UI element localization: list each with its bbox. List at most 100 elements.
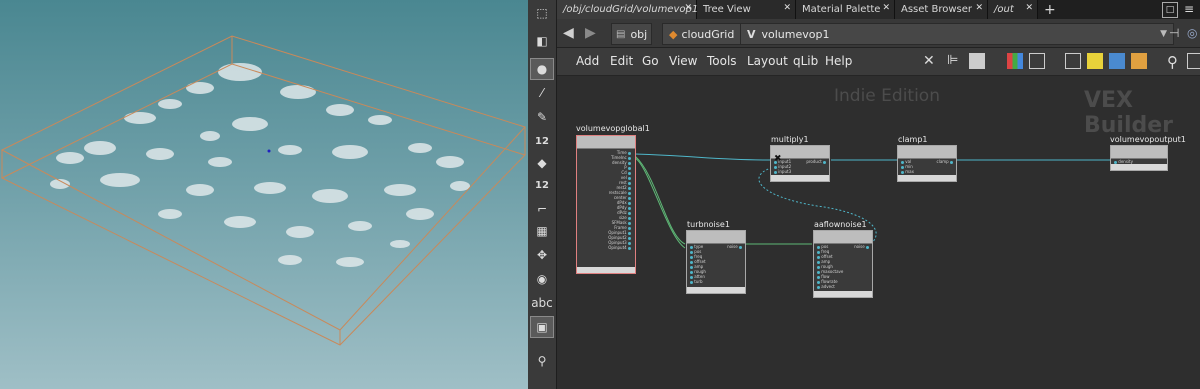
viewport-canvas [0, 35, 526, 346]
forward-arrow-icon[interactable]: ▶ [585, 23, 596, 43]
settings-icon[interactable] [1187, 53, 1200, 69]
close-icon[interactable]: ✕ [882, 3, 890, 13]
breadcrumb-cloudgrid[interactable]: ◆ cloudGrid [662, 23, 742, 45]
node-header [687, 231, 745, 244]
list-icon[interactable] [969, 53, 985, 69]
node-inputs: type pos freq offset amp rough atten tur… [690, 244, 706, 284]
tab-out[interactable]: /out ✕ [988, 0, 1038, 19]
node-port[interactable]: Opinput4 [608, 245, 631, 250]
image-tool-icon[interactable]: ▣ [530, 316, 554, 338]
menu-tools[interactable]: Tools [707, 54, 737, 68]
wrench-icon[interactable]: ✕ [923, 53, 939, 69]
port-label: input3 [778, 169, 792, 174]
package-icon[interactable] [1131, 53, 1147, 69]
menu-qlib[interactable]: qLib [793, 54, 818, 68]
bucket-tool-icon[interactable]: ◆ [530, 152, 554, 174]
node-footer [1111, 164, 1167, 170]
count-tool-b-icon[interactable]: 12 [530, 174, 554, 196]
tree-icon[interactable]: ⊫ [947, 53, 963, 69]
scene-viewport[interactable] [0, 0, 528, 389]
close-icon[interactable]: ✕ [783, 3, 791, 13]
vop-icon: V [747, 27, 756, 41]
menu-add[interactable]: Add [576, 54, 599, 68]
node-inputs: val min max [901, 159, 914, 174]
dropper-tool-icon[interactable]: ✎ [530, 106, 554, 128]
node-port[interactable]: advect [817, 284, 843, 289]
search-icon[interactable]: ⚲ [1167, 53, 1183, 71]
node-footer [898, 175, 956, 181]
menu-help[interactable]: Help [825, 54, 852, 68]
node-inputs: pos freq offset amp rough maxoctave flow… [817, 244, 843, 289]
close-icon[interactable]: ✕ [1025, 3, 1033, 13]
port-label: turb [694, 279, 703, 284]
port-connector-icon[interactable] [901, 170, 904, 174]
node-volumevopglobal[interactable]: Time TimeInc density P Cd vel rest rest2… [576, 135, 636, 274]
menu-layout[interactable]: Layout [747, 54, 788, 68]
pin-tool-icon[interactable]: ⚲ [530, 350, 554, 372]
node-port[interactable]: turb [690, 279, 706, 284]
image-icon[interactable] [1109, 53, 1125, 69]
pin-icon[interactable]: ⊣ [1169, 23, 1179, 43]
color-grid-icon[interactable] [1007, 53, 1023, 69]
menu-view[interactable]: View [669, 54, 697, 68]
node-header: ✖ [771, 146, 829, 164]
node-multiply-label: multiply1 [771, 135, 809, 144]
node-port[interactable]: input3 [774, 169, 791, 174]
transform-tool-icon[interactable]: ✥ [530, 244, 554, 266]
node-header [898, 146, 956, 159]
shape-grid-icon[interactable] [1029, 53, 1045, 69]
node-clamp[interactable]: val min max clamp [897, 145, 957, 182]
brush-tool-icon[interactable]: ● [530, 58, 554, 80]
maximize-icon[interactable]: □ [1162, 2, 1178, 18]
tab-asset-browser[interactable]: Asset Browser ✕ [895, 0, 988, 19]
breadcrumb-volumevop[interactable]: Vvolumevop1 ▼ [740, 23, 1174, 45]
cloud-field [50, 63, 470, 267]
grid-tool-icon[interactable]: ▦ [530, 220, 554, 242]
port-connector-icon[interactable] [817, 285, 820, 289]
node-multiply[interactable]: ✖ input1 input2 input3 product [770, 145, 830, 182]
close-icon[interactable]: ✕ [684, 3, 692, 13]
tab-bar: /obj/cloudGrid/volumevop1 ✕ Tree View ✕ Ma… [557, 0, 1200, 19]
node-turbnoise-label: turbnoise1 [687, 220, 730, 229]
tab-material-palette[interactable]: Material Palette ✕ [796, 0, 895, 19]
node-output: product [806, 159, 826, 164]
disk-tool-icon[interactable]: ◉ [530, 268, 554, 290]
back-arrow-icon[interactable]: ◀ [563, 23, 574, 43]
chevron-down-icon[interactable]: ▼ [1160, 29, 1167, 39]
node-port[interactable]: max [901, 169, 914, 174]
node-outputs: Time TimeInc density P Cd vel rest rest2… [608, 150, 631, 250]
node-header [1111, 146, 1167, 159]
network-box-icon[interactable] [1065, 53, 1081, 69]
node-aaflownoise[interactable]: pos freq offset amp rough maxoctave flow… [813, 230, 873, 298]
tab-tree-view[interactable]: Tree View ✕ [697, 0, 796, 19]
paint-tool-icon[interactable]: ⁄ [530, 82, 554, 104]
count-tool-a-icon[interactable]: 12 [530, 130, 554, 152]
wire-global-turbnoise [634, 157, 686, 249]
sticky-note-icon[interactable] [1087, 53, 1103, 69]
wires [634, 153, 1110, 249]
tab-network-path[interactable]: /obj/cloudGrid/volumevop1 ✕ [557, 0, 698, 19]
node-header [577, 136, 635, 149]
breadcrumb-obj[interactable]: ▤ obj [611, 23, 653, 45]
port-connector-icon[interactable] [774, 170, 777, 174]
text-tool[interactable]: abc [530, 292, 554, 314]
add-tab-button[interactable]: + [1038, 0, 1060, 19]
link-icon[interactable]: ◎ [1187, 23, 1197, 43]
view-tool-icon[interactable]: ◧ [530, 30, 554, 52]
node-inputs: input1 input2 input3 [774, 159, 791, 174]
network-editor[interactable]: Indie Edition VEX Builder volumevopgloba… [557, 76, 1200, 389]
port-connector-icon[interactable] [628, 246, 631, 250]
close-icon[interactable]: ✕ [975, 3, 983, 13]
curve-tool-icon[interactable]: ⌐ [530, 198, 554, 220]
port-connector-icon[interactable] [690, 280, 693, 284]
node-turbnoise[interactable]: type pos freq offset amp rough atten tur… [686, 230, 746, 294]
port-label: advect [821, 284, 835, 289]
pane-menu-icon[interactable]: ≡ [1182, 2, 1196, 16]
menu-edit[interactable]: Edit [610, 54, 633, 68]
select-tool-icon[interactable]: ⬚ [530, 2, 554, 24]
network-icon: ▤ [616, 28, 626, 40]
node-volumevopoutput[interactable]: density [1110, 145, 1168, 171]
node-footer [687, 287, 745, 293]
menu-go[interactable]: Go [642, 54, 659, 68]
port-label: Opinput4 [608, 245, 627, 250]
